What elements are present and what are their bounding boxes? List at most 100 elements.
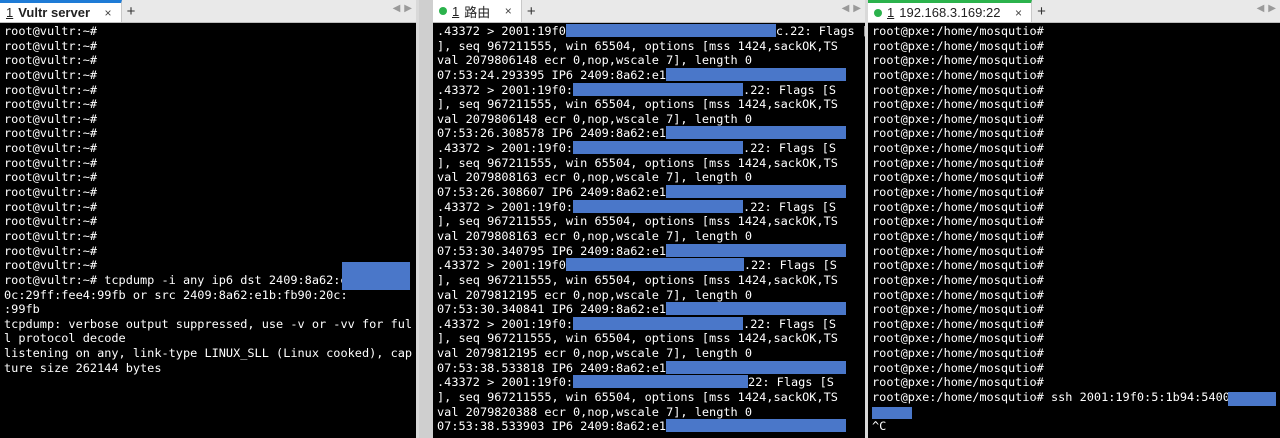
terminal-line-text: tcpdump: verbose output suppressed, use … — [4, 316, 413, 331]
terminal-line-text: root@vultr:~# — [4, 170, 98, 185]
terminal-line-text: ], seq 967211555, win 65504, options [ms… — [437, 272, 838, 287]
redaction-block — [666, 185, 847, 199]
pane-divider[interactable] — [416, 0, 419, 438]
redaction-block — [666, 243, 847, 257]
terminal-line-text: ture size 262144 bytes — [4, 360, 162, 375]
terminal-line: root@pxe:/home/mosqutio# — [872, 83, 1278, 98]
terminal-line: l protocol decode — [4, 331, 414, 346]
terminal-line-text: root@vultr:~# — [4, 228, 98, 243]
tab-nav[interactable]: ◀ ▶ — [1257, 3, 1276, 14]
terminal-line: root@pxe:/home/mosqutio# — [872, 346, 1278, 361]
terminal-line-text: root@vultr:~# — [4, 126, 98, 141]
terminal-line: root@pxe:/home/mosqutio# — [872, 302, 1278, 317]
close-icon[interactable]: × — [1011, 6, 1025, 20]
terminal-line: root@pxe:/home/mosqutio# — [872, 68, 1278, 83]
terminal-line-text: val 2079808163 ecr 0,nop,wscale 7], leng… — [437, 228, 752, 243]
tab-index: 1 — [6, 5, 14, 20]
terminal-line-text: 07:53:26.308578 IP6 2409:8a62:e1 — [437, 126, 667, 141]
tab-nav[interactable]: ◀ ▶ — [842, 3, 861, 14]
terminal-line: root@pxe:/home/mosqutio# — [872, 141, 1278, 156]
terminal-line: val 2079812195 ecr 0,nop,wscale 7], leng… — [437, 288, 863, 303]
terminal-pane-vultr[interactable]: 1 Vultr server × + ◀ ▶ root@vultr:~# root… — [0, 0, 416, 438]
tab-vultr-server[interactable]: 1 Vultr server × — [0, 0, 123, 22]
chevron-right-icon[interactable]: ▶ — [853, 3, 861, 14]
terminal-line-text: root@pxe:/home/mosqutio# — [872, 346, 1044, 361]
terminal-line: root@vultr:~# — [4, 244, 414, 259]
terminal-line-text: root@vultr:~# — [4, 243, 98, 258]
terminal-line-text: root@pxe:/home/mosqutio# — [872, 360, 1044, 375]
terminal-line-text: val 2079806148 ecr 0,nop,wscale 7], leng… — [437, 53, 752, 68]
terminal-line: root@pxe:/home/mosqutio# ssh 2001:19f0:5… — [872, 390, 1278, 405]
terminal-line: root@pxe:/home/mosqutio# — [872, 273, 1278, 288]
terminal-line-text: root@pxe:/home/mosqutio# — [872, 170, 1044, 185]
terminal-line: 07:53:38.533903 IP6 2409:8a62:e1 — [437, 419, 863, 434]
terminal-line: root@pxe:/home/mosqutio# — [872, 97, 1278, 112]
terminal-line: root@pxe:/home/mosqutio# — [872, 331, 1278, 346]
terminal-output[interactable]: root@pxe:/home/mosqutio# root@pxe:/home/m… — [872, 24, 1278, 438]
terminal-line-text: root@vultr:~# — [4, 155, 98, 170]
close-icon[interactable]: × — [101, 6, 115, 20]
tab-nav[interactable]: ◀ ▶ — [393, 3, 412, 14]
terminal-line-text: root@pxe:/home/mosqutio# — [872, 97, 1044, 112]
terminal-pane-pxe[interactable]: 1 192.168.3.169:22 × + ◀ ▶ root@pxe:/hom… — [868, 0, 1280, 438]
terminal-line: 07:53:38.533818 IP6 2409:8a62:e1 — [437, 360, 863, 376]
terminal-pane-router[interactable]: 1 路由 × + ◀ ▶ .43372 > 2001:19f0 c.22: Fla… — [433, 0, 865, 438]
connected-status-icon — [874, 8, 882, 17]
terminal-line-suffix: .22: Flags [S — [743, 82, 837, 97]
chevron-left-icon[interactable]: ◀ — [1257, 3, 1265, 14]
terminal-line: root@pxe:/home/mosqutio# — [872, 39, 1278, 54]
close-icon[interactable]: × — [501, 4, 515, 18]
terminal-line: root@vultr:~# — [4, 156, 414, 171]
redaction-block — [565, 24, 776, 37]
chevron-left-icon[interactable]: ◀ — [842, 3, 850, 14]
redaction-block — [666, 360, 847, 374]
terminal-line: .43372 > 2001:19f0: .22: Flags [S — [437, 316, 863, 332]
terminal-line-text: root@vultr:~# — [4, 199, 98, 214]
add-tab-icon[interactable]: + — [522, 0, 540, 22]
terminal-line: .43372 > 2001:19f0: .22: Flags [S — [437, 141, 863, 156]
terminal-line: ^C — [872, 419, 1278, 434]
terminal-line-text: root@pxe:/home/mosqutio# — [872, 111, 1044, 126]
chevron-right-icon[interactable]: ▶ — [404, 3, 412, 14]
terminal-line-text: root@pxe:/home/mosqutio# — [872, 199, 1044, 214]
terminal-line-text: 07:53:38.533818 IP6 2409:8a62:e1 — [437, 360, 667, 375]
redaction-block — [573, 82, 744, 96]
terminal-line-suffix: c.22: Flags [S — [775, 24, 865, 38]
terminal-line-text: l protocol decode — [4, 331, 126, 346]
add-tab-icon[interactable]: + — [1032, 0, 1050, 22]
redaction-block — [573, 141, 744, 155]
terminal-line: ], seq 967211555, win 65504, options [ms… — [437, 273, 863, 288]
chevron-right-icon[interactable]: ▶ — [1268, 3, 1276, 14]
connected-status-icon — [439, 7, 447, 15]
terminal-line-text: 0c:29ff:fee4:99fb or src 2409:8a62:e1b:f… — [4, 287, 348, 302]
terminal-line-text: root@vultr:~# — [4, 38, 98, 53]
add-tab-icon[interactable]: + — [122, 0, 140, 22]
terminal-line-text: root@vultr:~# — [4, 111, 98, 126]
redaction-block — [565, 258, 744, 272]
tab-index: 1 — [452, 3, 460, 19]
tab-bar: 1 Vultr server × + ◀ ▶ — [0, 0, 416, 23]
terminal-line-text: root@vultr:~# — [4, 82, 98, 97]
terminal-line: root@vultr:~# — [4, 170, 414, 185]
terminal-line: ], seq 967211555, win 65504, options [ms… — [437, 156, 863, 171]
terminal-line: val 2079808163 ecr 0,nop,wscale 7], leng… — [437, 229, 863, 244]
terminal-line: .43372 > 2001:19f0: .22: Flags [S — [437, 82, 863, 98]
terminal-line-text: root@pxe:/home/mosqutio# — [872, 272, 1044, 287]
tab-bar: 1 路由 × + ◀ ▶ — [433, 0, 865, 23]
terminal-line-text: root@pxe:/home/mosqutio# — [872, 67, 1044, 82]
terminal-line: ], seq 967211555, win 65504, options [ms… — [437, 390, 863, 405]
terminal-line-text: root@pxe:/home/mosqutio# — [872, 38, 1044, 53]
tab-router[interactable]: 1 路由 × — [433, 0, 523, 22]
terminal-line-text: root@pxe:/home/mosqutio# — [872, 287, 1044, 302]
terminal-line-text: root@pxe:/home/mosqutio# — [872, 214, 1044, 229]
terminal-line-suffix: 22: Flags [S — [748, 375, 834, 390]
redaction-block — [666, 302, 847, 316]
tab-192-168-3-169[interactable]: 1 192.168.3.169:22 × — [868, 0, 1033, 22]
chevron-left-icon[interactable]: ◀ — [393, 3, 401, 14]
terminal-line-text: root@pxe:/home/mosqutio# — [872, 258, 1044, 273]
terminal-line: root@vultr:~# — [4, 185, 414, 200]
tab-title: Vultr server — [18, 5, 91, 20]
terminal-line-suffix: .22: Flags [S — [743, 258, 837, 273]
terminal-output[interactable]: root@vultr:~# root@vultr:~# root@vultr:~# r… — [4, 24, 414, 438]
terminal-output[interactable]: .43372 > 2001:19f0c.22: Flags [S], seq 9… — [437, 24, 865, 438]
